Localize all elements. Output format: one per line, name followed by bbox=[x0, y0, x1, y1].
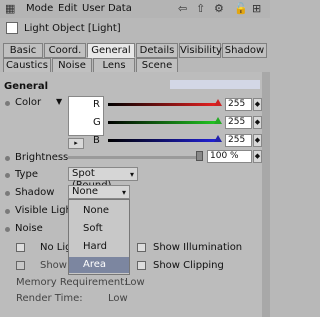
tab-shadow[interactable]: Shadow bbox=[222, 43, 267, 58]
object-title: Light Object [Light] bbox=[24, 23, 121, 34]
shadow-option-hard[interactable]: Hard bbox=[69, 239, 129, 255]
scrollbar[interactable] bbox=[262, 72, 270, 317]
g-slider-track[interactable] bbox=[108, 121, 220, 124]
b-label: B bbox=[93, 135, 100, 146]
memory-value: Low bbox=[125, 277, 145, 288]
visible-light-label: Visible Light bbox=[15, 205, 76, 216]
tab-visibility[interactable]: Visibility bbox=[179, 43, 222, 58]
render-time-label: Render Time: bbox=[16, 293, 83, 304]
g-value-field[interactable]: 255 bbox=[225, 116, 252, 129]
tab-general[interactable]: General bbox=[87, 43, 135, 58]
noise-label: Noise bbox=[15, 223, 43, 234]
tab-noise[interactable]: Noise bbox=[52, 58, 92, 73]
menu-user-data[interactable]: User Data bbox=[82, 3, 132, 14]
shadow-anim-dot[interactable] bbox=[5, 191, 10, 196]
brightness-anim-dot[interactable] bbox=[5, 156, 10, 161]
b-value-field[interactable]: 255 bbox=[225, 134, 252, 147]
memory-label: Memory Requirement: bbox=[16, 277, 128, 288]
color-anim-dot[interactable] bbox=[5, 101, 10, 106]
menu-mode[interactable]: Mode bbox=[26, 3, 53, 14]
brightness-value-field[interactable]: 100 % bbox=[207, 150, 252, 163]
show-illumination-label: Show Illumination bbox=[153, 242, 243, 253]
no-light-checkbox[interactable] bbox=[16, 243, 25, 252]
grid-icon[interactable]: ▦ bbox=[5, 2, 15, 15]
type-anim-dot[interactable] bbox=[5, 173, 10, 178]
show-clipping-label: Show Clipping bbox=[153, 260, 224, 271]
visible-light-anim-dot[interactable] bbox=[5, 209, 10, 214]
back-arrow-icon[interactable]: ⇦ bbox=[178, 2, 187, 15]
add-icon[interactable]: ⊞ bbox=[252, 2, 261, 15]
b-spinner[interactable]: ◆ bbox=[253, 134, 262, 147]
section-title: General bbox=[4, 81, 48, 92]
show-clipping-checkbox[interactable] bbox=[137, 261, 146, 270]
shadow-option-none[interactable]: None bbox=[69, 203, 129, 219]
r-label: R bbox=[93, 99, 100, 110]
tab-scene[interactable]: Scene bbox=[136, 58, 178, 73]
settings-icon[interactable]: ⚙ bbox=[214, 2, 224, 15]
shadow-options-popup: None Soft Hard Area bbox=[68, 199, 130, 275]
show-illumination-checkbox[interactable] bbox=[137, 243, 146, 252]
lock-icon[interactable]: 🔓 bbox=[234, 2, 248, 15]
b-slider-handle[interactable] bbox=[214, 135, 222, 142]
show-visible-checkbox[interactable] bbox=[16, 261, 25, 270]
type-label: Type bbox=[15, 169, 38, 180]
r-slider-track[interactable] bbox=[108, 103, 220, 106]
tab-coord[interactable]: Coord. bbox=[44, 43, 86, 58]
brightness-slider-handle[interactable] bbox=[196, 151, 203, 161]
render-time-value: Low bbox=[108, 293, 128, 304]
light-object-icon bbox=[6, 22, 18, 34]
tab-basic[interactable]: Basic bbox=[3, 43, 43, 58]
section-header-bar bbox=[170, 80, 260, 89]
noise-anim-dot[interactable] bbox=[5, 227, 10, 232]
tab-caustics[interactable]: Caustics bbox=[3, 58, 51, 73]
r-value-field[interactable]: 255 bbox=[225, 98, 252, 111]
color-expand-icon[interactable]: ▸ bbox=[68, 138, 84, 149]
shadow-option-soft[interactable]: Soft bbox=[69, 221, 129, 237]
type-dropdown[interactable]: Spot (Round) ▾ bbox=[68, 167, 138, 191]
chevron-down-icon: ▾ bbox=[121, 188, 126, 197]
tab-details[interactable]: Details bbox=[136, 43, 178, 58]
up-arrow-icon[interactable]: ⇧ bbox=[196, 2, 205, 15]
brightness-label: Brightness bbox=[15, 152, 69, 163]
chevron-down-icon: ▾ bbox=[129, 170, 134, 179]
g-label: G bbox=[93, 117, 101, 128]
brightness-spinner[interactable]: ◆ bbox=[253, 150, 262, 163]
brightness-slider-track[interactable] bbox=[68, 156, 200, 159]
g-spinner[interactable]: ◆ bbox=[253, 116, 262, 129]
tab-lens[interactable]: Lens bbox=[93, 58, 135, 73]
r-spinner[interactable]: ◆ bbox=[253, 98, 262, 111]
menu-edit[interactable]: Edit bbox=[58, 3, 77, 14]
color-label: Color bbox=[15, 97, 42, 108]
shadow-option-area[interactable]: Area bbox=[69, 257, 129, 273]
shadow-dropdown-value: None bbox=[72, 186, 99, 197]
shadow-label: Shadow bbox=[15, 187, 55, 198]
shadow-dropdown[interactable]: None ▾ bbox=[68, 185, 130, 199]
g-slider-handle[interactable] bbox=[214, 117, 222, 124]
b-slider-track[interactable] bbox=[108, 139, 220, 142]
color-mode-arrow-icon[interactable]: ▼ bbox=[56, 97, 62, 106]
r-slider-handle[interactable] bbox=[214, 99, 222, 106]
